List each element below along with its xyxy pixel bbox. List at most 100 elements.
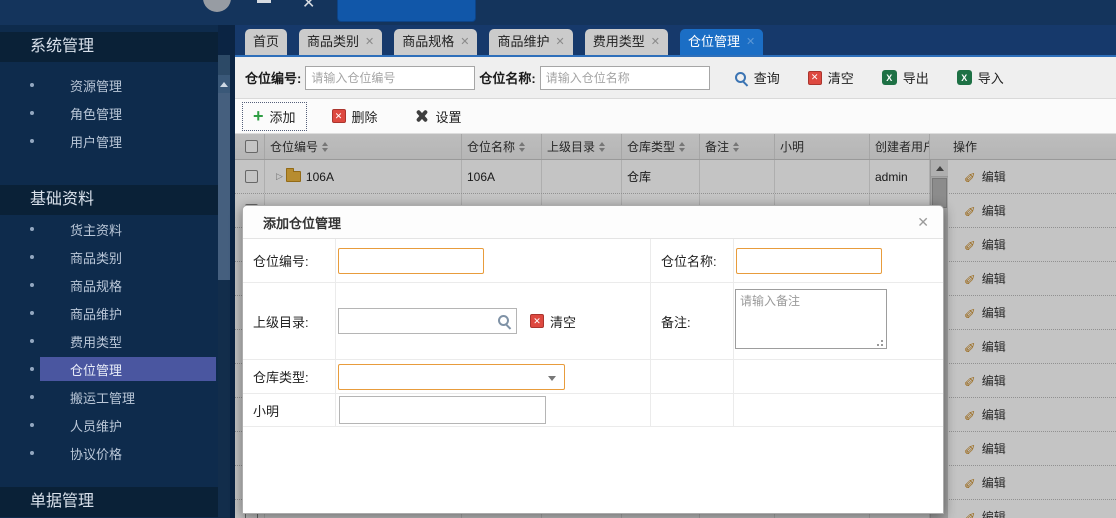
resize-grip-icon[interactable] [881,344,883,346]
tab-close-icon[interactable]: ✕ [556,29,565,55]
dialog-name-input[interactable] [736,248,882,274]
bullet-icon [30,255,34,259]
bullet-icon [30,283,34,287]
sidebar-item-0-1[interactable]: 角色管理 [0,99,218,127]
bullet-icon [30,311,34,315]
sidebar-item-1-3[interactable]: 商品维护 [0,299,218,327]
sidebar-item-label: 搬运工管理 [70,388,135,407]
dialog-xiaoming-input[interactable] [339,396,546,424]
sidebar-section: 基础资料货主资料商品类别商品规格商品维护费用类型仓位管理搬运工管理人员维护协议价… [0,185,218,467]
sidebar-item-label: 仓位管理 [70,360,122,379]
clear-icon [808,71,822,85]
dialog-parent-input[interactable] [338,308,517,334]
sidebar-item-1-7[interactable]: 人员维护 [0,411,218,439]
dialog-parent-clear-button[interactable]: 清空 [530,312,576,331]
bullet-icon [30,339,34,343]
name-search-input[interactable] [540,66,710,90]
sidebar-item-1-1[interactable]: 商品类别 [0,243,218,271]
tab-0[interactable]: 首页 [245,29,287,55]
dialog-title: 添加仓位管理 [263,213,341,232]
bullet-icon [30,83,34,87]
bullet-icon [30,227,34,231]
sidebar-item-0-0[interactable]: 资源管理 [0,71,218,99]
tab-4[interactable]: 费用类型✕ [585,29,668,55]
dialog-code-input[interactable] [338,248,484,274]
tab-1[interactable]: 商品类别✕ [299,29,382,55]
tab-label: 仓位管理 [688,29,740,55]
tab-close-icon[interactable]: ✕ [651,29,660,55]
clear-button[interactable]: 清空 [808,68,854,87]
excel-export-icon [882,70,897,85]
tabs-bar: 首页商品类别✕商品规格✕商品维护✕费用类型✕仓位管理✕ [235,25,1116,57]
primary-button[interactable] [337,0,476,22]
tab-label: 商品规格 [402,29,454,55]
dialog-title-bar[interactable]: 添加仓位管理 ✕ [243,206,943,239]
scrollbar-track[interactable] [218,280,230,518]
tab-5[interactable]: 仓位管理✕ [680,29,763,55]
settings-button[interactable]: 设置 [403,102,473,131]
settings-icon [414,108,430,124]
dialog-type-label: 仓库类型: [243,367,309,386]
tab-close-icon[interactable]: ✕ [746,29,755,55]
excel-import-icon [957,70,972,85]
bullet-icon [30,367,34,371]
tab-label: 首页 [253,29,279,55]
search-icon [734,71,748,85]
sidebar-item-label: 角色管理 [70,104,122,123]
add-button[interactable]: 添加 [242,102,307,131]
clear-icon [530,314,544,328]
tab-close-icon[interactable]: ✕ [365,29,374,55]
close-icon[interactable]: ✕ [302,0,315,13]
scrollbar-thumb[interactable] [218,93,230,280]
dialog-remark-label: 备注: [651,312,691,331]
add-location-dialog: 添加仓位管理 ✕ 仓位编号: 仓位名称: 上级目录: 清空 备注: 仓库类型: [242,205,944,514]
dialog-close-icon[interactable]: ✕ [917,214,929,231]
tab-label: 商品类别 [307,29,359,55]
delete-button[interactable]: 删除 [321,102,389,131]
sidebar-item-0-2[interactable]: 用户管理 [0,127,218,155]
sidebar-item-1-8[interactable]: 协议价格 [0,439,218,467]
bullet-icon [30,395,34,399]
tab-2[interactable]: 商品规格✕ [394,29,477,55]
dialog-form: 仓位编号: 仓位名称: 上级目录: 清空 备注: 仓库类型: [243,239,943,514]
sidebar-item-label: 货主资料 [70,220,122,239]
tab-close-icon[interactable]: ✕ [460,29,469,55]
sidebar-item-1-4[interactable]: 费用类型 [0,327,218,355]
sidebar-item-label: 商品维护 [70,304,122,323]
scrollbar-up-icon[interactable] [218,75,230,93]
sidebar-section: 单据管理 [0,487,218,517]
scrollbar-track[interactable] [218,55,230,75]
dialog-parent-label: 上级目录: [243,312,309,331]
sidebar-item-label: 人员维护 [70,416,122,435]
sidebar-section-title: 基础资料 [0,185,218,215]
dialog-type-combobox[interactable] [338,364,565,390]
sidebar-scrollbar[interactable] [218,25,235,518]
import-button[interactable]: 导入 [957,68,1004,87]
export-button[interactable]: 导出 [882,68,929,87]
sidebar-item-label: 用户管理 [70,132,122,151]
chevron-down-icon[interactable] [548,376,556,381]
sidebar-item-1-0[interactable]: 货主资料 [0,215,218,243]
query-button[interactable]: 查询 [734,68,780,87]
sidebar-section-title: 单据管理 [0,487,218,517]
sidebar-section: 系统管理资源管理角色管理用户管理 [0,32,218,155]
sidebar-item-label: 费用类型 [70,332,122,351]
code-search-input[interactable] [305,66,475,90]
name-search-label: 仓位名称: [479,68,535,87]
bullet-icon [30,139,34,143]
tab-label: 商品维护 [497,29,549,55]
tab-label: 费用类型 [593,29,645,55]
dialog-remark-textarea[interactable] [735,289,887,349]
sidebar-item-1-2[interactable]: 商品规格 [0,271,218,299]
plus-icon [253,109,264,123]
minimize-icon[interactable] [257,0,271,3]
code-search-label: 仓位编号: [245,68,301,87]
avatar [203,0,231,12]
bullet-icon [30,423,34,427]
sidebar-item-1-5[interactable]: 仓位管理 [0,355,218,383]
lookup-icon[interactable] [497,314,511,328]
sidebar-item-label: 商品类别 [70,248,122,267]
sidebar-item-1-6[interactable]: 搬运工管理 [0,383,218,411]
tab-3[interactable]: 商品维护 ✕ [489,29,572,55]
sidebar-section-title: 系统管理 [0,32,218,62]
